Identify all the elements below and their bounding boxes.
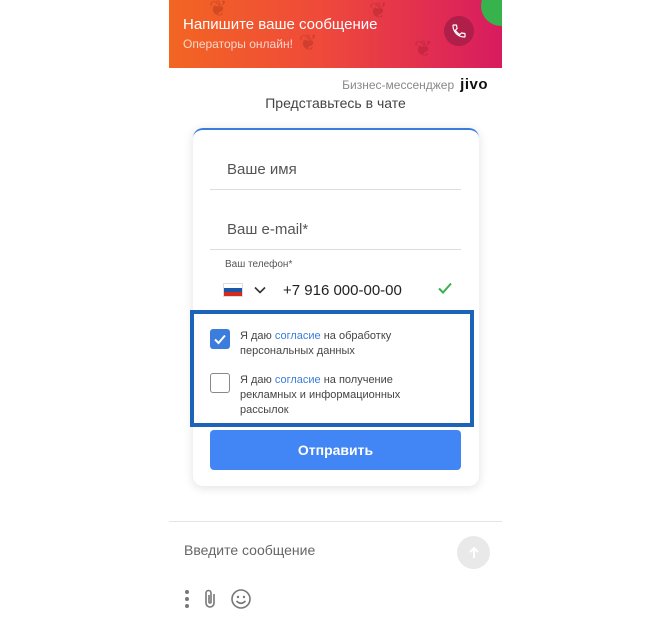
- arrow-up-icon: [468, 546, 479, 558]
- intro-text: Представьтесь в чате: [265, 95, 406, 111]
- consent-prefix: Я даю: [240, 374, 275, 386]
- emoji-icon[interactable]: [230, 588, 252, 610]
- brand-label: Бизнес-мессенджер: [342, 77, 455, 92]
- composer-tools: [184, 588, 252, 610]
- banner-subtitle: Операторы онлайн!: [183, 37, 293, 51]
- divider: [169, 521, 502, 522]
- email-field[interactable]: Ваш e-mail*: [210, 210, 461, 250]
- russia-flag-icon[interactable]: [223, 283, 243, 297]
- consent-personal-data[interactable]: Я даю согласие на обработку персональных…: [210, 329, 430, 359]
- phone-label: Ваш телефон*: [225, 259, 293, 270]
- consent-text: Я даю согласие на обработку персональных…: [240, 329, 430, 359]
- call-button[interactable]: [444, 16, 474, 46]
- phone-input[interactable]: +7 916 000-00-00: [283, 282, 402, 299]
- consent-section: Я даю согласие на обработку персональных…: [190, 310, 474, 427]
- leaf-decoration-icon: ❦: [414, 36, 433, 61]
- consent-checkbox-checked[interactable]: [210, 329, 230, 349]
- brand-attribution[interactable]: Бизнес-мессенджер jivo: [342, 76, 488, 93]
- banner-title: Напишите ваше сообщение: [183, 16, 378, 33]
- consent-link[interactable]: согласие: [275, 374, 321, 386]
- check-icon: [438, 282, 452, 294]
- phone-field[interactable]: +7 916 000-00-00: [223, 278, 453, 302]
- name-field[interactable]: Ваше имя: [210, 150, 461, 190]
- jivo-logo: jivo: [460, 76, 488, 93]
- contact-form: Ваше имя Ваш e-mail* Ваш телефон* +7 916…: [193, 128, 479, 486]
- consent-text: Я даю согласие на получение рекламных и …: [240, 373, 430, 418]
- phone-icon: [452, 24, 466, 38]
- submit-button[interactable]: Отправить: [210, 430, 461, 470]
- consent-checkbox-unchecked[interactable]: [210, 373, 230, 393]
- status-indicator: [481, 0, 502, 26]
- leaf-decoration-icon: ❦: [299, 30, 318, 55]
- consent-marketing[interactable]: Я даю согласие на получение рекламных и …: [210, 373, 430, 418]
- check-icon: [214, 334, 226, 345]
- chat-banner[interactable]: ❦ ❦ ❦ ❦ Напишите ваше сообщение Оператор…: [169, 0, 502, 68]
- message-input[interactable]: Введите сообщение: [184, 542, 315, 558]
- more-dots-icon[interactable]: [184, 589, 190, 609]
- consent-prefix: Я даю: [240, 330, 275, 342]
- send-button[interactable]: [457, 536, 490, 569]
- consent-link[interactable]: согласие: [275, 330, 321, 342]
- chevron-down-icon[interactable]: [253, 283, 267, 297]
- paperclip-icon[interactable]: [202, 588, 218, 610]
